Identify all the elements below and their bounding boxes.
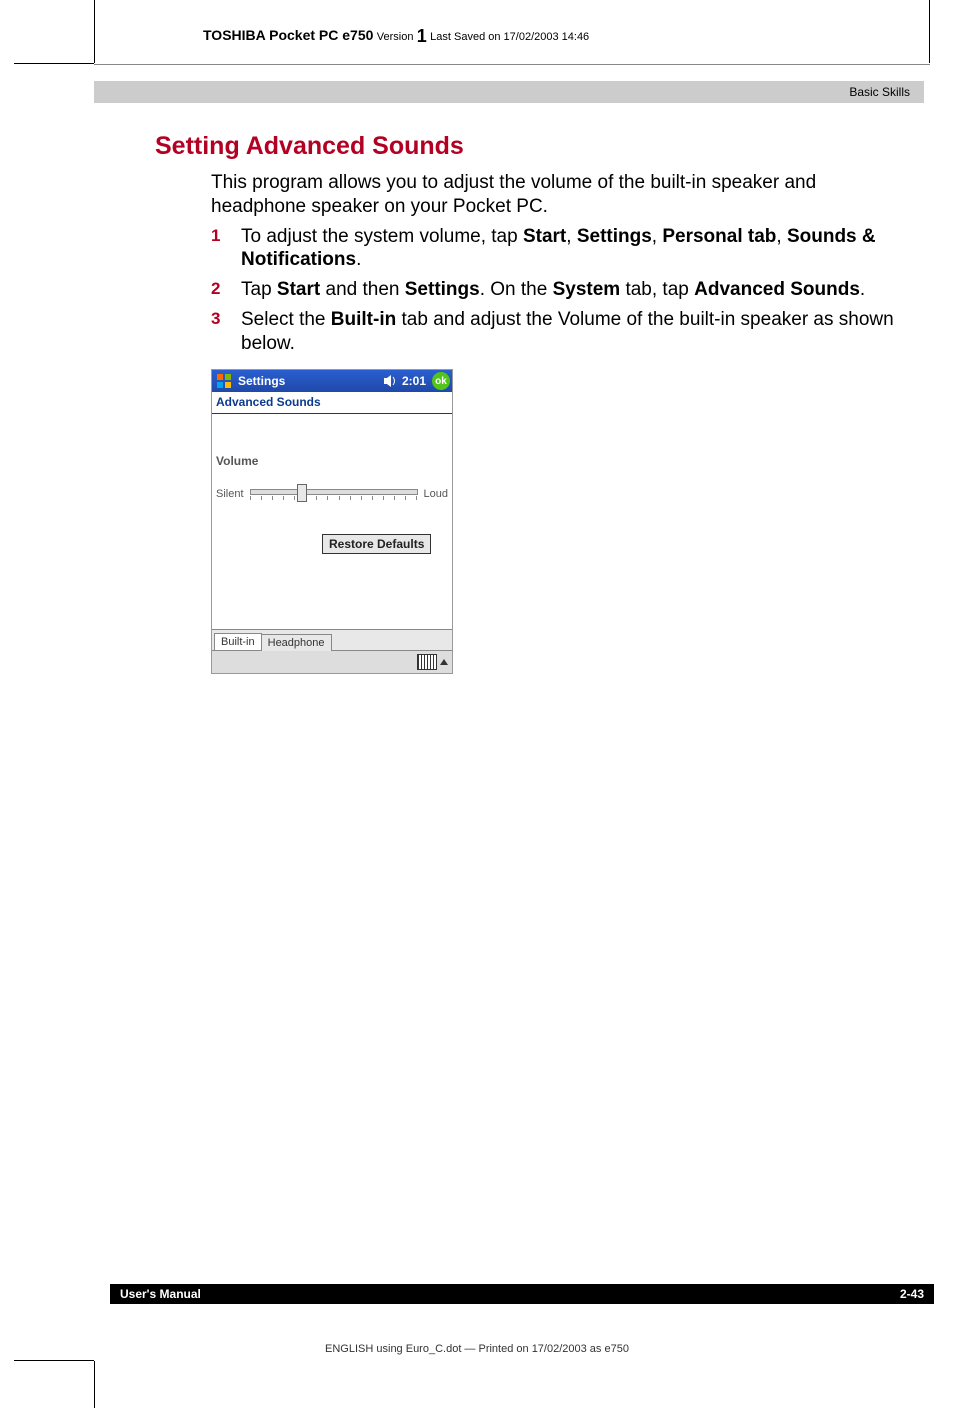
restore-defaults-button[interactable]: Restore Defaults <box>322 534 431 554</box>
ok-button[interactable]: ok <box>432 372 450 390</box>
pda-titlebar: Settings 2:01 ok <box>212 370 452 392</box>
section-title: Basic Skills <box>849 85 910 99</box>
intro-text: This program allows you to adjust the vo… <box>211 171 894 219</box>
step-number: 3 <box>211 308 220 329</box>
footer-left: User's Manual <box>120 1287 201 1301</box>
pda-subtitle: Advanced Sounds <box>212 392 452 414</box>
tab-headphone[interactable]: Headphone <box>261 634 332 651</box>
page-title: Setting Advanced Sounds <box>155 132 894 161</box>
volume-slider[interactable] <box>250 484 418 504</box>
pda-time: 2:01 <box>402 374 432 388</box>
footer-bar: User's Manual 2-43 <box>110 1284 934 1304</box>
slider-thumb[interactable] <box>297 484 307 502</box>
section-bar: Basic Skills <box>94 81 924 103</box>
step-3: 3 Select the Built-in tab and adjust the… <box>211 308 894 356</box>
step-text: To adjust the system volume, tap Start, … <box>241 226 876 271</box>
volume-label: Volume <box>216 454 258 468</box>
keyboard-icon[interactable] <box>417 654 437 670</box>
pda-screenshot: Settings 2:01 ok Advanced Sounds Volume … <box>211 369 453 674</box>
tab-bar: Built-in Headphone <box>212 629 452 650</box>
product-name: TOSHIBA Pocket PC e750 <box>203 27 373 43</box>
version-label: Version <box>377 31 414 43</box>
version-number: 1 <box>417 26 427 46</box>
start-icon[interactable] <box>214 371 234 391</box>
footer-note: ENGLISH using Euro_C.dot — Printed on 17… <box>0 1343 954 1355</box>
saved-label: Last Saved on 17/02/2003 14:46 <box>430 31 589 43</box>
step-number: 1 <box>211 225 220 246</box>
page-header: TOSHIBA Pocket PC e750 Version 1 Last Sa… <box>203 26 803 47</box>
pda-title-text: Settings <box>236 374 380 388</box>
step-number: 2 <box>211 278 220 299</box>
step-1: 1 To adjust the system volume, tap Start… <box>211 225 894 273</box>
slider-left-label: Silent <box>216 488 244 500</box>
footer-right: 2-43 <box>900 1287 924 1301</box>
chevron-up-icon[interactable] <box>440 659 448 665</box>
speaker-icon[interactable] <box>380 375 402 387</box>
slider-right-label: Loud <box>424 488 448 500</box>
step-text: Tap Start and then Settings. On the Syst… <box>241 279 865 300</box>
step-2: 2 Tap Start and then Settings. On the Sy… <box>211 278 894 302</box>
pda-footer <box>212 650 452 673</box>
step-text: Select the Built-in tab and adjust the V… <box>241 309 894 354</box>
tab-builtin[interactable]: Built-in <box>214 633 262 650</box>
